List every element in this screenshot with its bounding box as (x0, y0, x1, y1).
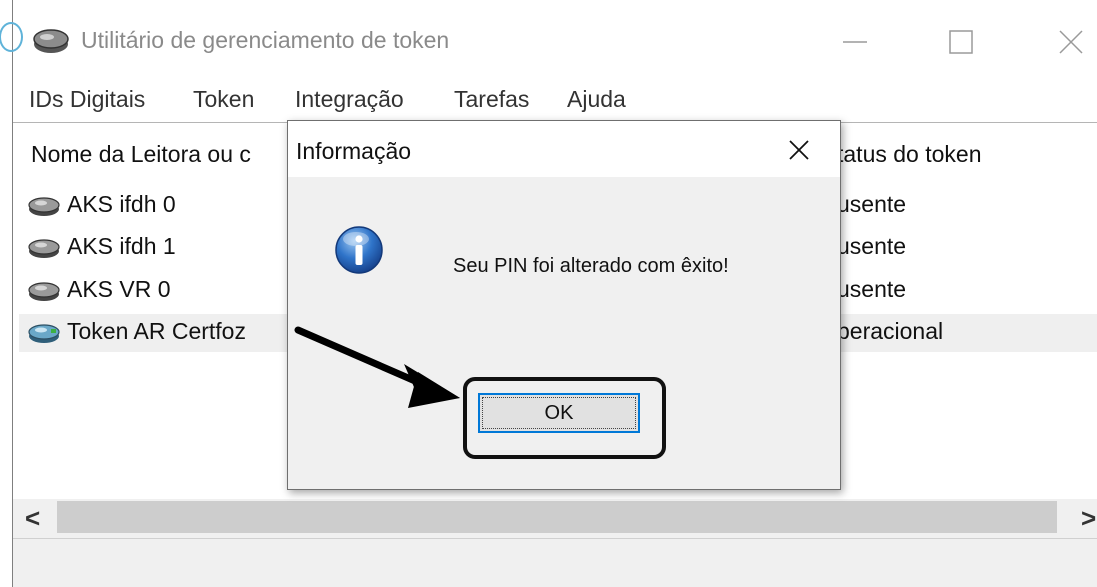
screenshot: Utilitário de gerenciamento de token IDs… (0, 0, 1097, 587)
card-reader-icon (28, 239, 60, 258)
column-header-status[interactable]: tatus do token (837, 141, 982, 168)
app-token-icon (33, 29, 69, 53)
menu-ids-digitais[interactable]: IDs Digitais (29, 86, 145, 113)
horizontal-scrollbar[interactable]: < > (13, 499, 1097, 539)
info-dialog: Informação Seu PIN foi alterado com êxit… (287, 120, 841, 490)
list-item-status: usente (837, 276, 907, 302)
dialog-close-icon[interactable] (784, 135, 814, 165)
scrollbar-thumb[interactable] (57, 501, 1057, 533)
menu-ajuda[interactable]: Ajuda (567, 86, 626, 113)
column-header-name[interactable]: Nome da Leitora ou c (31, 141, 251, 168)
title-bar: Utilitário de gerenciamento de token (13, 0, 1097, 84)
scroll-left-arrow[interactable]: < (25, 503, 40, 534)
minimize-icon[interactable] (827, 14, 883, 70)
scroll-right-arrow[interactable]: > (1081, 503, 1096, 534)
list-item-status: peracional (837, 318, 944, 344)
maximize-icon[interactable] (933, 14, 989, 70)
status-bar (13, 538, 1097, 587)
list-item-status: usente (837, 191, 907, 217)
window-title: Utilitário de gerenciamento de token (81, 27, 450, 53)
list-item-name: AKS VR 0 (67, 276, 171, 302)
info-icon (335, 226, 383, 274)
card-reader-icon (28, 282, 60, 301)
menu-tarefas[interactable]: Tarefas (454, 86, 529, 113)
close-icon[interactable] (1043, 14, 1097, 70)
list-item-name: Token AR Certfoz (67, 318, 246, 344)
card-reader-icon (28, 197, 60, 216)
dialog-title-bar: Informação (288, 121, 840, 177)
dialog-message: Seu PIN foi alterado com êxito! (453, 255, 729, 277)
menu-token[interactable]: Token (193, 86, 254, 113)
ok-button[interactable]: OK (478, 393, 640, 433)
dialog-title: Informação (296, 138, 412, 164)
menu-bar: IDs Digitais Token Integração Tarefas Aj… (13, 84, 1097, 118)
list-item-status: usente (837, 233, 907, 259)
menu-integracao[interactable]: Integração (295, 86, 404, 113)
ok-button-label: OK (482, 397, 636, 429)
list-item-name: AKS ifdh 0 (67, 191, 176, 217)
list-item-name: AKS ifdh 1 (67, 233, 176, 259)
token-reader-icon (28, 324, 60, 343)
